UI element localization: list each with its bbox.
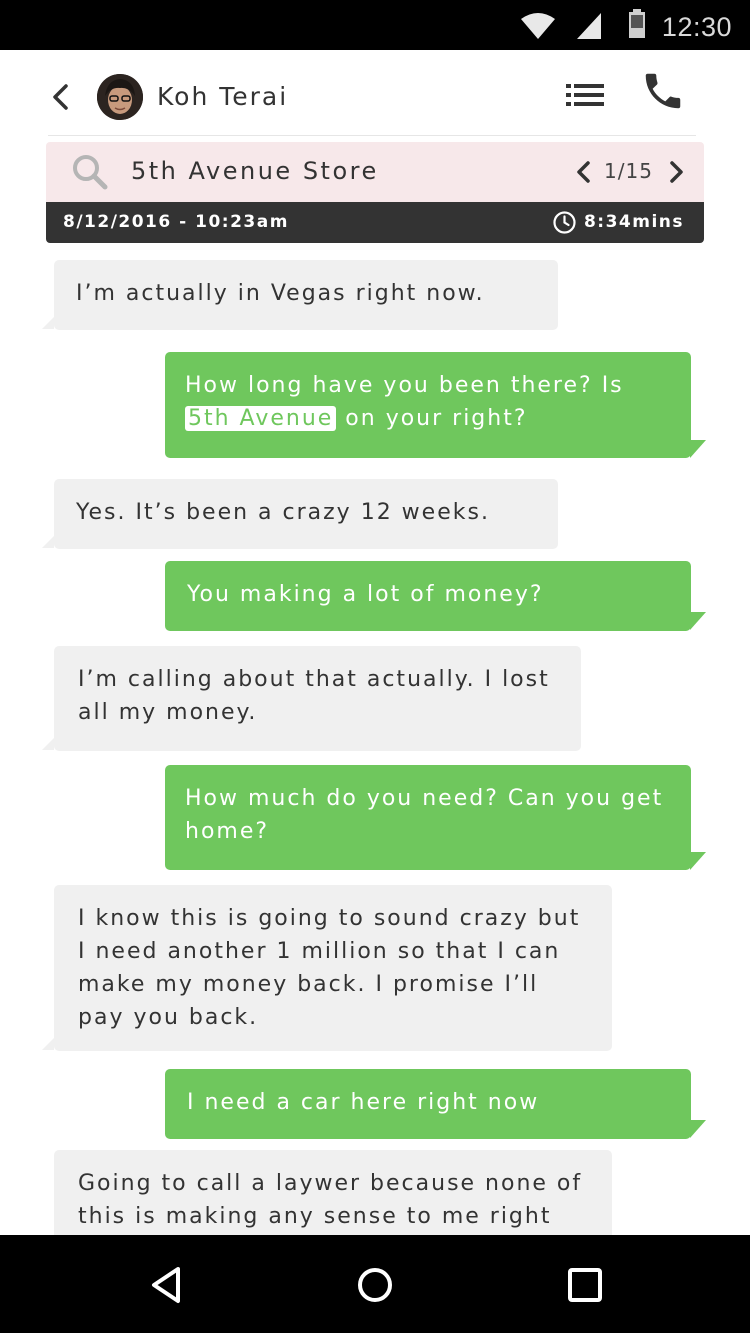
avatar[interactable] xyxy=(97,74,143,120)
message-date: 8/12/2016 - 10:23am xyxy=(63,212,289,232)
status-bar: 12:30 xyxy=(0,0,750,50)
message-text: make my money back. I promise I’ll xyxy=(78,972,539,997)
contact-name: Koh Terai xyxy=(157,82,289,111)
search-query[interactable]: 5th Avenue Store xyxy=(131,157,379,185)
home-circle-icon[interactable] xyxy=(355,1265,395,1305)
message-text: home? xyxy=(185,819,270,844)
message-text: You making a lot of money? xyxy=(187,582,544,607)
outgoing-message[interactable]: How much do you need? Can you get home? xyxy=(165,765,691,870)
bubble-tail xyxy=(690,440,706,458)
message-text: I know this is going to sound crazy but xyxy=(78,906,581,931)
clock-icon xyxy=(553,211,576,234)
message-text: I need a car here right now xyxy=(187,1090,540,1115)
chat-header: Koh Terai xyxy=(0,50,750,136)
search-icon[interactable] xyxy=(70,152,110,192)
bubble-tail xyxy=(42,738,54,750)
battery-icon xyxy=(629,9,645,38)
message-text: all my money. xyxy=(78,700,258,725)
back-triangle-icon[interactable] xyxy=(148,1265,184,1305)
signal-icon xyxy=(577,13,601,39)
list-icon[interactable] xyxy=(564,80,606,110)
back-arrow-icon[interactable] xyxy=(48,82,74,112)
message-text: I need another 1 million so that I can xyxy=(78,939,561,964)
header-divider xyxy=(48,135,696,136)
bubble-tail xyxy=(42,317,54,329)
outgoing-message[interactable]: I need a car here right now xyxy=(165,1069,691,1139)
search-highlight: 5th Avenue xyxy=(185,406,337,431)
chevron-left-icon[interactable] xyxy=(574,160,594,184)
chevron-right-icon[interactable] xyxy=(666,160,686,184)
outgoing-message[interactable]: You making a lot of money? xyxy=(165,561,691,631)
incoming-message[interactable]: I’m actually in Vegas right now. xyxy=(54,260,558,330)
message-text: I’m calling about that actually. I lost xyxy=(78,667,550,692)
message-text: I’m actually in Vegas right now. xyxy=(76,281,485,306)
wifi-icon xyxy=(521,13,555,39)
message-text: Yes. It’s been a crazy 12 weeks. xyxy=(76,500,490,525)
incoming-message[interactable]: Yes. It’s been a crazy 12 weeks. xyxy=(54,479,558,549)
bubble-tail xyxy=(690,1120,706,1138)
message-search-bar: 5th Avenue Store 1/15 xyxy=(46,142,704,202)
bubble-tail xyxy=(690,612,706,630)
call-info-bar: 8/12/2016 - 10:23am 8:34mins xyxy=(46,202,704,243)
outgoing-message[interactable]: How long have you been there? Is 5th Ave… xyxy=(165,352,691,458)
bubble-tail xyxy=(42,536,54,548)
system-nav-bar xyxy=(0,1235,750,1333)
bubble-tail xyxy=(690,852,706,870)
call-duration: 8:34mins xyxy=(583,212,684,232)
message-text: How much do you need? Can you get xyxy=(185,786,664,811)
message-text: pay you back. xyxy=(78,1005,259,1030)
bubble-tail xyxy=(42,1038,54,1050)
message-text: How long have you been there? Is xyxy=(185,373,624,398)
search-result-counter: 1/15 xyxy=(604,159,653,183)
incoming-message[interactable]: I know this is going to sound crazy but … xyxy=(54,885,612,1051)
message-text: Going to call a laywer because none of xyxy=(78,1171,583,1196)
status-time: 12:30 xyxy=(661,12,732,42)
incoming-message[interactable]: I’m calling about that actually. I lost … xyxy=(54,646,581,751)
recents-square-icon[interactable] xyxy=(566,1266,604,1304)
phone-icon[interactable] xyxy=(640,68,686,114)
message-text: on your right? xyxy=(345,406,528,431)
message-text: this is making any sense to me right xyxy=(78,1204,552,1229)
